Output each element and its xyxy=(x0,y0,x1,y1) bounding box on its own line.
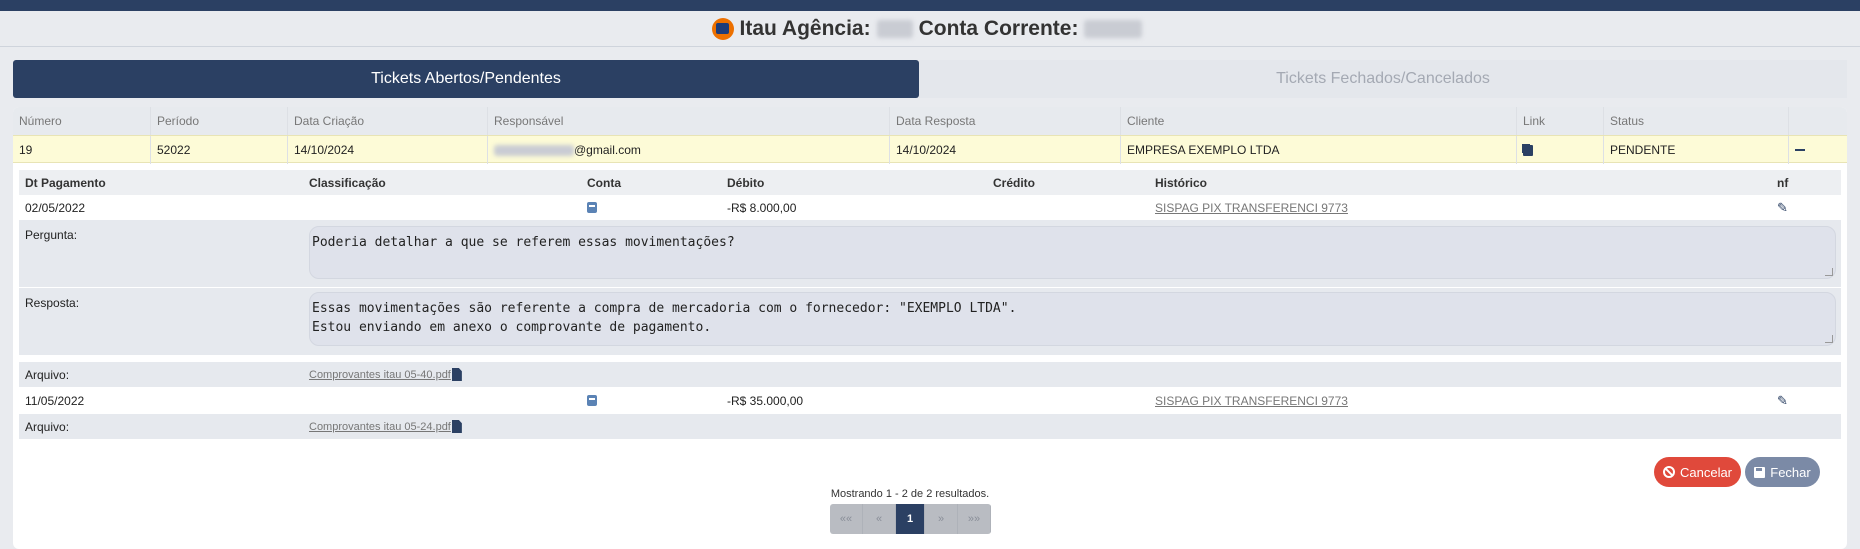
col-conta: Conta xyxy=(587,175,621,190)
account-book-icon[interactable] xyxy=(587,202,597,213)
cell-actions xyxy=(1788,136,1847,164)
col-data-resposta: Data Resposta xyxy=(889,107,1120,135)
col-cliente: Cliente xyxy=(1120,107,1516,135)
tickets-panel: Número Período Data Criação Responsável … xyxy=(13,107,1847,549)
page-title: Itau Agência: Conta Corrente: xyxy=(0,11,1860,47)
cell-nf: ✎ xyxy=(1771,195,1788,220)
cancel-icon xyxy=(1662,466,1675,478)
cell-numero: 19 xyxy=(19,143,33,157)
table-row[interactable]: 19 52022 14/10/2024 @gmail.com 14/10/202… xyxy=(13,135,1847,164)
resposta-text: Essas movimentações são referente a comp… xyxy=(312,301,1017,335)
copy-icon[interactable] xyxy=(1523,144,1533,156)
tab-tickets-fechados[interactable]: Tickets Fechados/Cancelados xyxy=(919,60,1847,98)
edit-icon[interactable]: ✎ xyxy=(1777,393,1788,409)
cell-dt-pagamento: 02/05/2022 xyxy=(25,200,86,215)
save-icon xyxy=(1754,466,1766,478)
pergunta-textarea[interactable]: Poderia detalhar a que se referem essas … xyxy=(309,226,1836,279)
responsavel-email-domain: @gmail.com xyxy=(574,143,641,157)
account-book-icon[interactable] xyxy=(587,395,597,406)
resize-handle-icon[interactable] xyxy=(1825,335,1833,343)
resposta-section: Resposta: Essas movimentações são refere… xyxy=(19,287,1841,355)
top-bar xyxy=(0,0,1860,11)
arquivo-link[interactable]: Comprovantes itau 05-40.pdf xyxy=(309,362,462,387)
cell-periodo: 52022 xyxy=(150,136,287,164)
resposta-textarea[interactable]: Essas movimentações são referente a comp… xyxy=(309,292,1836,346)
col-classificacao: Classificação xyxy=(309,175,386,190)
cell-nf: ✎ xyxy=(1771,388,1788,413)
arquivo-link[interactable]: Comprovantes itau 05-24.pdf xyxy=(309,414,462,439)
cell-debito: -R$ 35.000,00 xyxy=(727,393,804,408)
arquivo-filename: Comprovantes itau 05-24.pdf xyxy=(309,420,451,433)
col-dt-pagamento: Dt Pagamento xyxy=(25,175,106,190)
page-first[interactable]: «« xyxy=(830,504,863,534)
resize-handle-icon[interactable] xyxy=(1825,268,1833,276)
pergunta-text: Poderia detalhar a que se referem essas … xyxy=(312,235,735,250)
cell-data-criacao: 14/10/2024 xyxy=(287,136,487,164)
conta-value-redacted xyxy=(1084,19,1143,38)
file-icon xyxy=(451,368,462,381)
cell-dt-pagamento: 11/05/2022 xyxy=(25,393,85,408)
ticket-tabs: Tickets Abertos/Pendentes Tickets Fechad… xyxy=(13,60,1847,98)
results-summary: Mostrando 1 - 2 de 2 resultados. xyxy=(830,488,990,500)
cell-data-resposta: 14/10/2024 xyxy=(889,136,1120,164)
page-last[interactable]: »» xyxy=(958,504,991,534)
cell-responsavel: @gmail.com xyxy=(487,136,889,164)
page-current[interactable]: 1 xyxy=(896,504,925,534)
arquivo-row: Arquivo: Comprovantes itau 05-24.pdf xyxy=(19,414,1841,439)
col-numero: Número xyxy=(19,114,62,128)
agencia-value-redacted xyxy=(876,19,913,38)
cell-cliente: EMPRESA EXEMPLO LTDA xyxy=(1120,136,1516,164)
details-table-header: Dt Pagamento Classificação Conta Débito … xyxy=(19,170,1841,195)
col-periodo: Período xyxy=(150,107,287,135)
arquivo-label: Arquivo: xyxy=(25,367,70,382)
collapse-icon[interactable] xyxy=(1795,149,1805,151)
col-nf: nf xyxy=(1777,175,1789,190)
historico-link[interactable]: SISPAG PIX TRANSFERENCI 9773 xyxy=(1155,201,1348,215)
cell-status: PENDENTE xyxy=(1603,136,1788,164)
agencia-label: Itau Agência: xyxy=(739,16,871,40)
cell-link xyxy=(1516,136,1603,164)
col-responsavel: Responsável xyxy=(487,107,889,135)
col-credito: Crédito xyxy=(993,175,1035,190)
resposta-label: Resposta: xyxy=(25,296,80,310)
tickets-table-header: Número Período Data Criação Responsável … xyxy=(13,107,1847,135)
arquivo-row: Arquivo: Comprovantes itau 05-40.pdf xyxy=(19,362,1841,387)
pagination: «« « 1 » »» xyxy=(830,504,991,534)
page-prev[interactable]: « xyxy=(863,504,896,534)
cell-historico: SISPAG PIX TRANSFERENCI 9773 xyxy=(1149,388,1348,413)
detail-row: 02/05/2022 -R$ 8.000,00 SISPAG PIX TRANS… xyxy=(19,195,1841,220)
cell-conta xyxy=(581,195,597,220)
pergunta-label: Pergunta: xyxy=(25,228,78,242)
cancel-label: Cancelar xyxy=(1679,464,1733,480)
email-redacted xyxy=(494,144,574,156)
col-actions xyxy=(1788,107,1847,135)
col-link: Link xyxy=(1516,107,1603,135)
arquivo-filename: Comprovantes itau 05-40.pdf xyxy=(309,368,451,381)
col-data-criacao: Data Criação xyxy=(287,107,487,135)
edit-icon[interactable]: ✎ xyxy=(1777,200,1788,216)
file-icon xyxy=(451,420,462,433)
col-debito: Débito xyxy=(727,175,765,190)
cell-debito: -R$ 8.000,00 xyxy=(727,200,797,215)
cancel-button[interactable]: Cancelar xyxy=(1654,457,1741,487)
cell-historico: SISPAG PIX TRANSFERENCI 9773 xyxy=(1149,195,1348,220)
close-button[interactable]: Fechar xyxy=(1745,457,1820,487)
col-status: Status xyxy=(1603,107,1788,135)
itau-logo-icon xyxy=(711,17,734,40)
pergunta-section: Pergunta: Poderia detalhar a que se refe… xyxy=(19,220,1841,287)
close-label: Fechar xyxy=(1770,464,1811,480)
arquivo-label: Arquivo: xyxy=(25,419,70,434)
cell-conta xyxy=(581,388,597,413)
page-next[interactable]: » xyxy=(925,504,958,534)
detail-row: 11/05/2022 -R$ 35.000,00 SISPAG PIX TRAN… xyxy=(19,388,1841,413)
col-historico: Histórico xyxy=(1155,175,1208,190)
conta-label: Conta Corrente: xyxy=(918,16,1079,40)
tab-tickets-abertos[interactable]: Tickets Abertos/Pendentes xyxy=(13,60,919,98)
historico-link[interactable]: SISPAG PIX TRANSFERENCI 9773 xyxy=(1155,394,1348,408)
